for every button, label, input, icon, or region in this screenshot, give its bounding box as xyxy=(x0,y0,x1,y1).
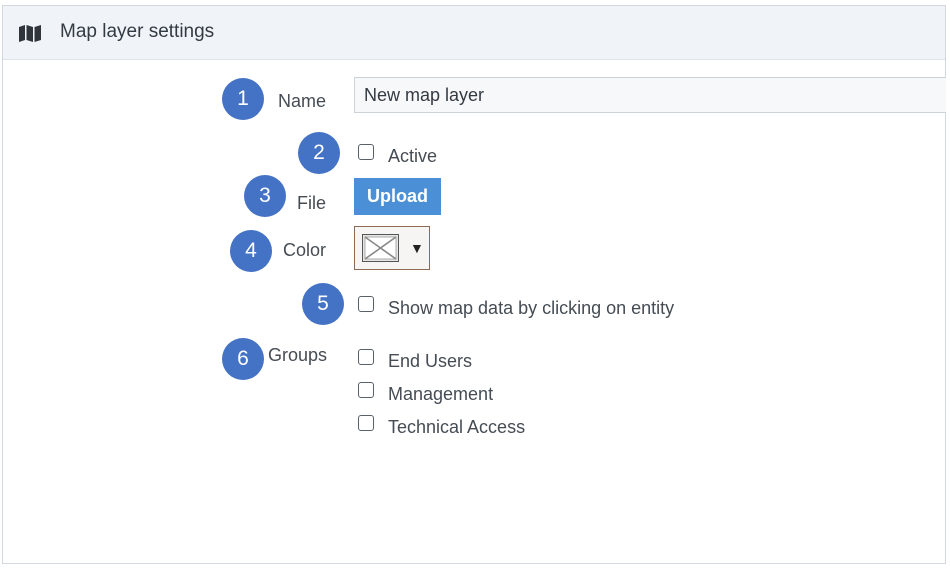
upload-button[interactable]: Upload xyxy=(354,178,441,215)
step-badge-6: 6 xyxy=(222,338,264,380)
name-input[interactable] xyxy=(354,77,946,113)
group-checkbox-end-users[interactable] xyxy=(358,349,374,365)
page-title: Map layer settings xyxy=(60,21,215,42)
step-badge-5: 5 xyxy=(302,283,344,325)
name-label: Name xyxy=(278,91,327,111)
color-label: Color xyxy=(283,240,327,260)
active-label: Active xyxy=(388,146,438,166)
no-color-swatch-icon xyxy=(362,234,399,262)
step-badge-3: 3 xyxy=(244,175,286,217)
chevron-down-icon: ▼ xyxy=(410,240,424,256)
group-checkbox-management[interactable] xyxy=(358,382,374,398)
step-badge-1: 1 xyxy=(222,78,264,120)
step-badge-4: 4 xyxy=(230,230,272,272)
show-map-data-checkbox[interactable] xyxy=(358,296,374,312)
group-label-end-users: End Users xyxy=(388,351,473,371)
panel-header: Map layer settings xyxy=(3,6,945,60)
show-map-data-label: Show map data by clicking on entity xyxy=(388,298,675,318)
group-label-management: Management xyxy=(388,384,494,404)
map-icon xyxy=(19,25,41,42)
group-label-technical-access: Technical Access xyxy=(388,417,526,437)
step-badge-2: 2 xyxy=(298,132,340,174)
color-picker-dropdown[interactable]: ▼ xyxy=(354,226,430,270)
file-label: File xyxy=(297,193,327,213)
group-checkbox-technical-access[interactable] xyxy=(358,415,374,431)
groups-label: Groups xyxy=(268,345,328,365)
active-checkbox[interactable] xyxy=(358,144,374,160)
